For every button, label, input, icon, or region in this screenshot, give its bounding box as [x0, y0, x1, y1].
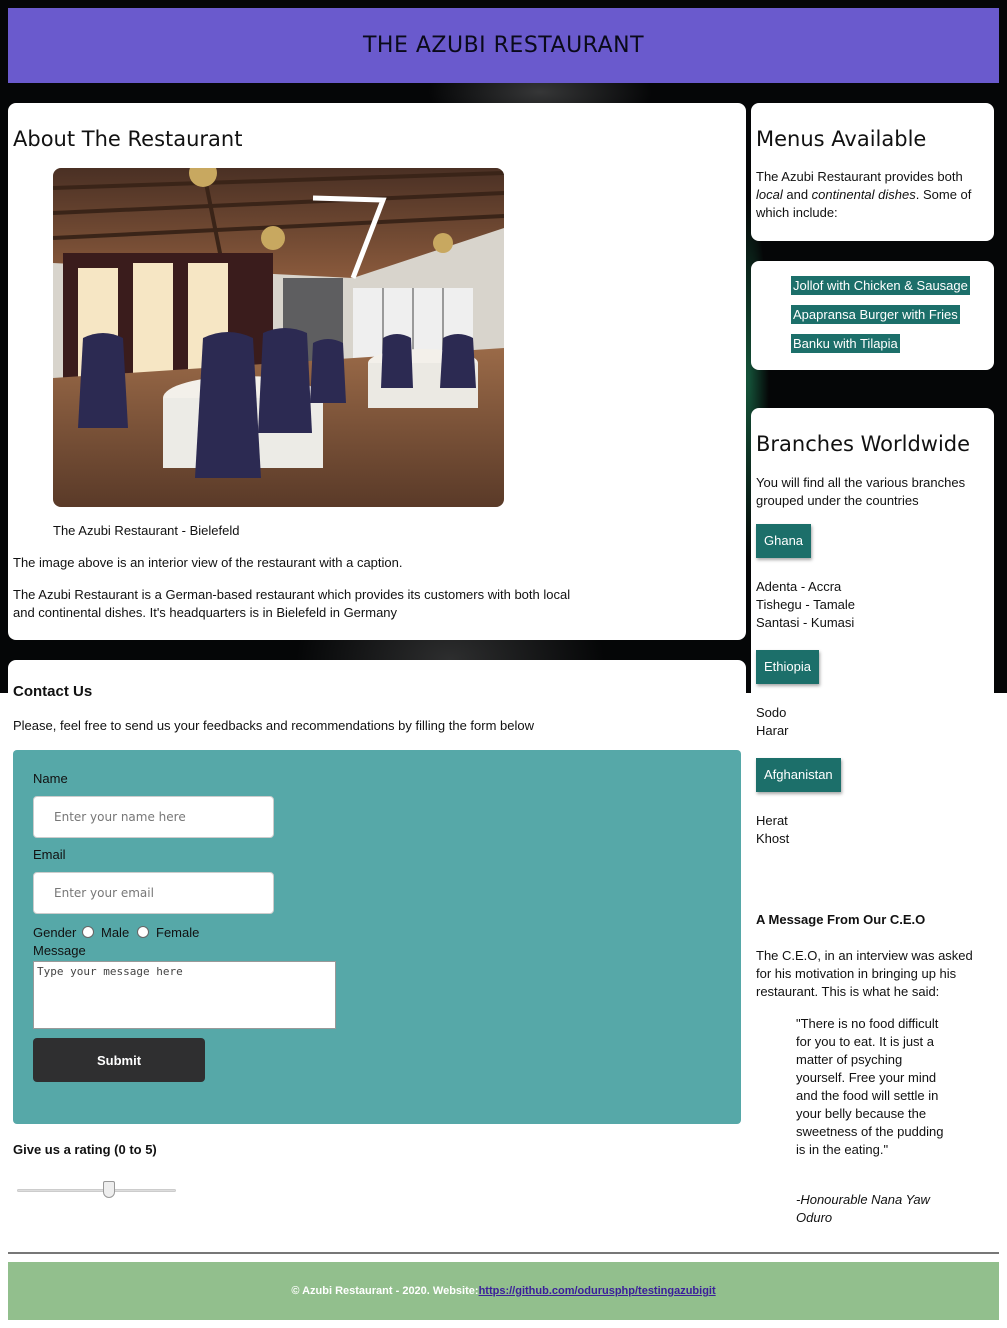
- male-label: Male: [101, 925, 130, 940]
- email-label: Email: [33, 847, 66, 862]
- contact-intro: Please, feel free to send us your feedba…: [13, 718, 535, 733]
- message-textarea[interactable]: [33, 961, 336, 1029]
- city-item: Santasi - Kumasi: [756, 615, 855, 630]
- ceo-signature: -Honourable Nana Yaw Oduro: [796, 1192, 930, 1225]
- branches-heading: Branches Worldwide: [756, 432, 971, 456]
- contact-heading: Contact Us: [13, 683, 93, 700]
- country-button-ethiopia[interactable]: Ethiopia: [756, 650, 819, 684]
- name-input[interactable]: [33, 796, 274, 838]
- city-item: Adenta - Accra: [756, 579, 842, 594]
- menu-list: Jollof with Chicken & Sausage Apapransa …: [751, 261, 994, 370]
- ceo-heading: A Message From Our C.E.O: [756, 912, 926, 927]
- message-label: Message: [33, 943, 86, 958]
- city-item: Herat: [756, 813, 788, 828]
- site-footer: © Azubi Restaurant - 2020. Website: http…: [8, 1262, 999, 1320]
- menu-item: Jollof with Chicken & Sausage: [791, 276, 970, 295]
- menu-item: Apapransa Burger with Fries: [791, 305, 960, 324]
- female-label: Female: [156, 925, 200, 940]
- submit-button[interactable]: Submit: [33, 1038, 205, 1082]
- about-heading: About The Restaurant: [13, 127, 243, 151]
- city-item: Khost: [756, 831, 790, 846]
- female-radio[interactable]: [137, 926, 149, 938]
- male-radio[interactable]: [82, 926, 94, 938]
- restaurant-interior-image: [53, 168, 504, 507]
- city-list-afghanistan: Herat Khost: [756, 812, 789, 848]
- about-paragraph-1: The image above is an interior view of t…: [13, 555, 403, 570]
- city-item: Sodo: [756, 705, 787, 720]
- email-input[interactable]: [33, 872, 274, 914]
- branches-intro: You will find all the various branches g…: [756, 475, 966, 508]
- site-header: THE AZUBI RESTAURANT: [8, 8, 999, 83]
- about-paragraph-2: The Azubi Restaurant is a German-based r…: [13, 587, 571, 620]
- about-section: About The Restaurant The Azubi Restauran…: [8, 103, 746, 640]
- footer-divider: [8, 1252, 999, 1254]
- footer-text: © Azubi Restaurant - 2020. Website:: [291, 1285, 479, 1297]
- country-button-afghanistan[interactable]: Afghanistan: [756, 758, 841, 792]
- contact-card-top: [8, 660, 746, 700]
- rating-label: Give us a rating (0 to 5): [13, 1142, 157, 1157]
- city-list-ethiopia: Sodo Harar: [756, 704, 789, 740]
- site-title: THE AZUBI RESTAURANT: [362, 33, 645, 58]
- city-item: Harar: [756, 723, 789, 738]
- city-item: Tishegu - Tamale: [756, 597, 855, 612]
- rating-slider-thumb[interactable]: [103, 1181, 115, 1198]
- city-list-ghana: Adenta - Accra Tishegu - Tamale Santasi …: [756, 578, 855, 632]
- footer-link[interactable]: https://github.com/odurusphp/testingazub…: [479, 1285, 716, 1297]
- ceo-quote: "There is no food difficult for you to e…: [796, 1016, 944, 1157]
- gender-label: Gender: [33, 925, 77, 940]
- name-label: Name: [33, 771, 68, 786]
- country-button-ghana[interactable]: Ghana: [756, 524, 812, 558]
- menu-item: Banku with Tilapia: [791, 334, 900, 353]
- menus-intro: The Azubi Restaurant provides both local…: [756, 169, 972, 220]
- menus-section: Menus Available The Azubi Restaurant pro…: [751, 103, 994, 241]
- rating-slider-track[interactable]: [17, 1189, 176, 1192]
- image-caption: The Azubi Restaurant - Bielefeld: [53, 523, 240, 538]
- ceo-intro: The C.E.O, in an interview was asked for…: [756, 948, 973, 999]
- menus-heading: Menus Available: [756, 127, 927, 151]
